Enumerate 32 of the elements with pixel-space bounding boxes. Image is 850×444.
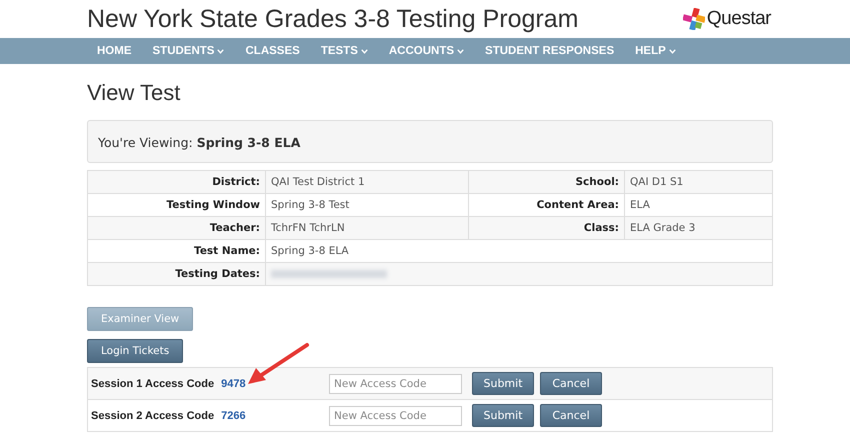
site-title: New York State Grades 3-8 Testing Program bbox=[87, 4, 578, 34]
field-value: QAI Test District 1 bbox=[266, 170, 468, 194]
field-label: School: bbox=[468, 170, 624, 194]
nav-item[interactable]: HOME bbox=[97, 45, 132, 57]
submit-button[interactable]: Submit bbox=[472, 372, 534, 395]
field-value: TchrFN TchrLN bbox=[266, 216, 468, 240]
viewing-text: You're Viewing: Spring 3-8 ELA bbox=[98, 135, 300, 150]
page-title: View Test bbox=[87, 80, 182, 106]
submit-button[interactable]: Submit bbox=[472, 404, 534, 427]
cancel-button[interactable]: Cancel bbox=[540, 404, 602, 427]
access-code-link[interactable]: 9478 bbox=[221, 378, 246, 390]
access-code-field[interactable]: New Access Code bbox=[329, 374, 462, 394]
nav-item[interactable]: TESTS bbox=[320, 45, 368, 57]
access-code-field[interactable]: New Access Code bbox=[329, 406, 462, 426]
field-label: Class: bbox=[468, 216, 624, 240]
pinwheel-logo-icon bbox=[682, 8, 705, 30]
cancel-button[interactable]: Cancel bbox=[540, 372, 602, 395]
field-label: Teacher: bbox=[88, 216, 266, 240]
nav-item[interactable]: STUDENT RESPONSES bbox=[485, 45, 614, 57]
button[interactable]: Login Tickets bbox=[87, 339, 184, 363]
nav-item[interactable]: CLASSES bbox=[245, 45, 300, 57]
field-label: District: bbox=[88, 170, 266, 194]
access-code-link[interactable]: 7266 bbox=[221, 410, 246, 422]
access-code-label: Session 1 Access Code bbox=[91, 378, 214, 390]
logo-text: Questar bbox=[706, 8, 771, 30]
field-label: Testing Dates: bbox=[88, 262, 266, 286]
nav-item[interactable]: ACCOUNTS bbox=[388, 45, 464, 57]
field-value: ELA Grade 3 bbox=[624, 216, 772, 240]
field-value: QAI D1 S1 bbox=[624, 170, 772, 194]
access-code-label: Session 2 Access Code bbox=[91, 410, 214, 422]
nav-item[interactable]: HELP bbox=[635, 45, 676, 57]
nav-item[interactable]: STUDENTS bbox=[152, 45, 224, 57]
